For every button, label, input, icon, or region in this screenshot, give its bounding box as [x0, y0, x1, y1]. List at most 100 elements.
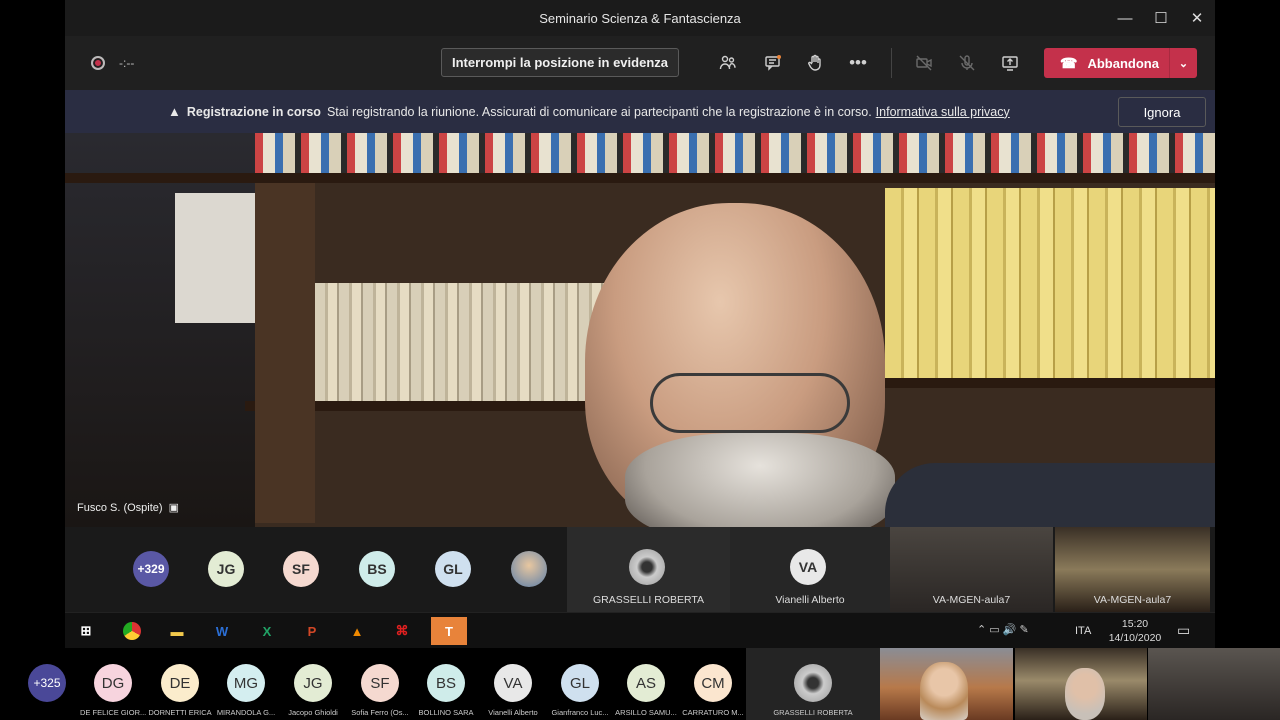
participant-name: DORNETTI ERICA	[148, 708, 212, 717]
teams-window: Seminario Scienza & Fantascienza — ☐ ✕ -…	[65, 0, 1215, 612]
eye-avatar	[629, 549, 665, 585]
more-participants-badge[interactable]: +325	[28, 664, 66, 702]
participant-avatar[interactable]: MG	[227, 664, 265, 702]
toolbar-divider	[891, 48, 892, 78]
tile-name: VA-MGEN-aula7	[932, 594, 1011, 606]
phone-hangup-icon: ☎	[1060, 54, 1078, 71]
participant-avatar[interactable]: VA	[494, 664, 532, 702]
video-tile[interactable]: GRASSELLI ROBERTA	[746, 648, 880, 720]
participant-face	[1065, 668, 1105, 720]
participant-name: DE FELICE GIOR...	[80, 708, 147, 717]
teams-taskbar-icon[interactable]: T	[431, 617, 467, 645]
participant-avatar: VA	[790, 549, 826, 585]
tile-name: GRASSELLI ROBERTA	[773, 708, 853, 717]
eye-avatar	[794, 664, 832, 702]
video-tile[interactable]	[880, 648, 1013, 720]
participant-avatar[interactable]: DE	[161, 664, 199, 702]
participants-icon[interactable]	[715, 50, 741, 76]
speaker-name-label: Fusco S. (Ospite) ▣	[77, 501, 179, 515]
tile-name: Vianelli Alberto	[775, 594, 845, 606]
mic-off-icon[interactable]	[954, 50, 980, 76]
more-participants-badge[interactable]: +329	[133, 551, 169, 587]
banner-message: Stai registrando la riunione. Assicurati…	[326, 104, 872, 119]
maximize-button[interactable]: ☐	[1143, 0, 1179, 36]
chevron-down-icon[interactable]: ⌄	[1169, 48, 1197, 78]
participant-avatar[interactable]: AS	[627, 664, 665, 702]
participant-avatar[interactable]: BS	[359, 551, 395, 587]
stop-spotlight-button[interactable]: Interrompi la posizione in evidenza	[441, 48, 679, 77]
video-tile[interactable]: VA Vianelli Alberto	[730, 527, 890, 612]
language-indicator[interactable]: ITA	[1075, 625, 1091, 637]
powerpoint-icon[interactable]: P	[297, 617, 327, 645]
participant-name: ARSILLO SAMU...	[615, 708, 677, 717]
windows-taskbar: ⊞ ▬ W X P ▲ ⌘ T ⌃ ▭ 🔊 ✎ ITA 15:20 14/10/…	[65, 612, 1215, 648]
recording-icon	[91, 56, 105, 70]
recording-banner: ▲ Registrazione in corso Stai registrand…	[65, 90, 1215, 133]
participant-name: BOLLINO SARA	[418, 708, 474, 717]
raise-hand-icon[interactable]	[802, 50, 828, 76]
participant-strip: +329 JG SF BS GL GRASSELLI ROBERTA VA Vi…	[65, 527, 1215, 612]
vlc-icon[interactable]: ▲	[342, 617, 372, 645]
participant-name: Sofia Ferro (Os...	[351, 708, 409, 717]
close-button[interactable]: ✕	[1179, 0, 1215, 36]
clock-date: 14/10/2020	[1108, 632, 1162, 644]
participant-face	[920, 662, 968, 720]
windows-start-icon[interactable]: ⊞	[71, 617, 101, 645]
speaker-shoulder	[885, 463, 1215, 527]
clock-time: 15:20	[1121, 618, 1149, 630]
participant-avatar[interactable]: DG	[94, 664, 132, 702]
participant-avatar[interactable]: JG	[208, 551, 244, 587]
video-shelf-side	[255, 183, 315, 523]
participant-name: Vianelli Alberto	[488, 708, 538, 717]
leave-button[interactable]: ☎ Abbandona ⌄	[1044, 48, 1197, 78]
participant-name: Gianfranco Luc...	[551, 708, 609, 717]
participant-avatar[interactable]: CM	[694, 664, 732, 702]
warning-icon: ▲	[168, 104, 181, 119]
minimize-button[interactable]: —	[1107, 0, 1143, 36]
privacy-link[interactable]: Informativa sulla privacy	[876, 105, 1010, 119]
participant-avatar[interactable]: GL	[435, 551, 471, 587]
leave-label: Abbandona	[1087, 55, 1159, 71]
participant-avatar[interactable]: SF	[283, 551, 319, 587]
excel-icon[interactable]: X	[252, 617, 282, 645]
main-video	[65, 133, 1215, 527]
guest-icon: ▣	[168, 502, 179, 514]
video-tile[interactable]	[1148, 648, 1280, 720]
tile-name: VA-MGEN-aula7	[1093, 594, 1172, 606]
meeting-timer: -:--	[119, 56, 135, 70]
speaker-name: Fusco S. (Ospite)	[77, 501, 163, 514]
word-icon[interactable]: W	[207, 617, 237, 645]
camera-off-icon[interactable]	[911, 50, 937, 76]
tray-icons[interactable]: ⌃ ▭ 🔊 ✎	[977, 623, 1029, 636]
participant-photo-avatar[interactable]	[511, 551, 547, 587]
video-tile[interactable]: VA-MGEN-aula7	[1055, 527, 1210, 612]
more-options-icon[interactable]: •••	[845, 50, 871, 76]
video-tile[interactable]	[1015, 648, 1147, 720]
speaker-glasses	[650, 373, 850, 433]
meeting-toolbar: -:-- Interrompi la posizione in evidenza…	[65, 36, 1215, 90]
participant-avatar[interactable]: GL	[561, 664, 599, 702]
clock[interactable]: 15:20 14/10/2020	[1105, 617, 1165, 645]
file-explorer-icon[interactable]: ▬	[162, 617, 192, 645]
acrobat-icon[interactable]: ⌘	[387, 617, 417, 645]
chrome-icon[interactable]	[117, 617, 147, 645]
participant-avatar[interactable]: JG	[294, 664, 332, 702]
video-tile[interactable]: GRASSELLI ROBERTA	[567, 527, 730, 612]
notification-icon[interactable]: ▭	[1177, 622, 1190, 639]
participant-name: Jacopo Ghioldi	[288, 708, 338, 717]
speaker-beard	[625, 433, 895, 527]
video-doorway	[175, 193, 255, 323]
tile-name: GRASSELLI ROBERTA	[592, 594, 705, 606]
title-bar: Seminario Scienza & Fantascienza — ☐ ✕	[65, 0, 1215, 36]
video-tile[interactable]: VA-MGEN-aula7	[890, 527, 1053, 612]
banner-title: Registrazione in corso	[186, 104, 321, 119]
window-title: Seminario Scienza & Fantascienza	[539, 10, 741, 26]
chat-icon[interactable]	[760, 50, 786, 76]
share-screen-icon[interactable]	[997, 50, 1023, 76]
participant-avatar[interactable]: SF	[361, 664, 399, 702]
outer-participant-strip: +325 DG DE FELICE GIOR... DE DORNETTI ER…	[0, 648, 1280, 720]
participant-name: MIRANDOLA G...	[216, 708, 276, 717]
ignore-button[interactable]: Ignora	[1118, 97, 1206, 127]
participant-avatar[interactable]: BS	[427, 664, 465, 702]
participant-name: CARRATURO M...	[682, 708, 744, 717]
